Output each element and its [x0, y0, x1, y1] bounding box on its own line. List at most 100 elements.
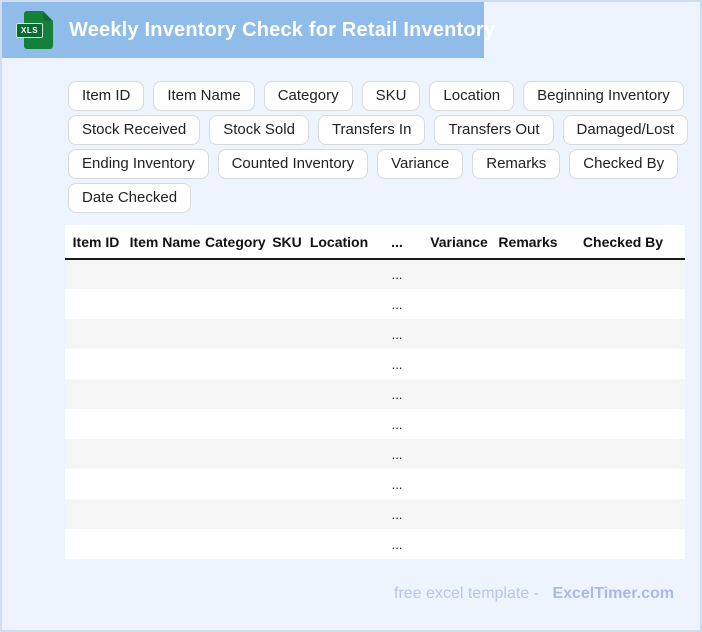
table-cell: ... — [391, 416, 403, 432]
table-cell: ... — [391, 386, 403, 402]
table-cell — [203, 289, 267, 319]
table-cell — [423, 499, 495, 529]
table-cell — [423, 319, 495, 349]
field-chip[interactable]: Date Checked — [68, 183, 192, 213]
chip-row: Stock Received Stock Sold Transfers In Tran… — [68, 115, 689, 145]
field-chip[interactable]: SKU — [361, 81, 421, 111]
table-cell — [495, 499, 561, 529]
field-chip-list: Item ID Item Name Category SKU Location Begin… — [68, 81, 689, 217]
table-cell — [203, 259, 267, 289]
table-cell — [561, 349, 685, 379]
table-header-row: Item ID Item Name Category SKU Location... Va… — [65, 225, 685, 260]
table-cell — [65, 259, 127, 289]
table-header-cell: Checked By — [561, 225, 685, 260]
table-cell — [267, 499, 307, 529]
table-cell: ... — [391, 267, 403, 282]
footer-text: free excel template - — [394, 585, 539, 602]
field-chip[interactable]: Stock Received — [68, 115, 201, 145]
table-cell — [127, 499, 203, 529]
table-cell — [203, 349, 267, 379]
table-row: ... — [65, 259, 685, 289]
header-bar: XLS Weekly Inventory Check for Retail In… — [2, 2, 495, 58]
table-cell — [495, 319, 561, 349]
table-header-cell: Variance — [423, 225, 495, 260]
table-row: ... — [65, 289, 685, 319]
table-cell — [203, 379, 267, 409]
field-chip[interactable]: Item Name — [153, 81, 255, 111]
table-cell — [267, 469, 307, 499]
field-chip[interactable]: Ending Inventory — [68, 149, 209, 179]
table-cell — [423, 469, 495, 499]
table-cell: ... — [391, 446, 403, 462]
table-cell — [267, 439, 307, 469]
table-cell — [267, 409, 307, 439]
table-cell — [65, 469, 127, 499]
table-cell — [203, 529, 267, 559]
inventory-table-container: Item ID Item Name Category SKU Location... Va… — [65, 225, 685, 559]
table-cell — [307, 409, 371, 439]
field-chip[interactable]: Variance — [377, 149, 464, 179]
table-cell — [495, 529, 561, 559]
table-cell — [307, 289, 371, 319]
table-cell — [561, 289, 685, 319]
table-cell — [127, 529, 203, 559]
field-chip[interactable]: Location — [429, 81, 515, 111]
table-cell — [423, 529, 495, 559]
table-cell: ... — [391, 506, 403, 522]
table-cell — [307, 439, 371, 469]
table-cell — [307, 499, 371, 529]
table-cell — [65, 409, 127, 439]
field-chip[interactable]: Transfers In — [317, 115, 426, 145]
table-cell — [495, 409, 561, 439]
field-chip[interactable]: Counted Inventory — [217, 149, 369, 179]
page: XLS Weekly Inventory Check for Retail In… — [0, 0, 702, 632]
table-cell — [495, 349, 561, 379]
table-cell — [423, 409, 495, 439]
field-chip[interactable]: Checked By — [569, 149, 679, 179]
table-cell: ... — [391, 356, 403, 372]
table-cell — [423, 259, 495, 289]
table-cell — [127, 259, 203, 289]
field-chip[interactable]: Remarks — [472, 149, 561, 179]
table-cell — [495, 439, 561, 469]
table-row: ... — [65, 469, 685, 499]
table-header-cell: Category — [203, 225, 267, 260]
table-cell — [307, 319, 371, 349]
table-cell — [561, 529, 685, 559]
table-header-cell: Remarks — [495, 225, 561, 260]
field-chip[interactable]: Item ID — [68, 81, 145, 111]
table-cell — [203, 439, 267, 469]
xls-icon-label: XLS — [16, 23, 44, 38]
field-chip[interactable]: Beginning Inventory — [523, 81, 684, 111]
table-cell — [267, 319, 307, 349]
table-cell — [307, 259, 371, 289]
table-cell — [307, 529, 371, 559]
field-chip[interactable]: Damaged/Lost — [562, 115, 689, 145]
footer-brand-link[interactable]: ExcelTimer.com — [552, 585, 674, 602]
table-cell — [561, 439, 685, 469]
table-cell — [267, 379, 307, 409]
table-cell — [561, 499, 685, 529]
table-cell — [127, 319, 203, 349]
field-chip[interactable]: Transfers Out — [434, 115, 554, 145]
table-cell — [65, 289, 127, 319]
table-cell — [65, 499, 127, 529]
table-header-cell: SKU — [267, 225, 307, 260]
table-cell — [307, 469, 371, 499]
table-cell — [127, 409, 203, 439]
table-cell — [423, 379, 495, 409]
table-cell — [127, 289, 203, 319]
chip-row: Item ID Item Name Category SKU Location Begin… — [68, 81, 688, 111]
table-cell — [65, 529, 127, 559]
table-cell — [561, 259, 685, 289]
field-chip[interactable]: Stock Sold — [209, 115, 309, 145]
table-header-cell: Item ID — [65, 225, 127, 260]
table-cell — [203, 319, 267, 349]
table-cell — [267, 529, 307, 559]
table-cell: ... — [391, 476, 403, 492]
table-cell — [203, 499, 267, 529]
table-cell — [127, 349, 203, 379]
field-chip[interactable]: Category — [263, 81, 353, 111]
table-cell — [65, 439, 127, 469]
table-cell — [423, 439, 495, 469]
